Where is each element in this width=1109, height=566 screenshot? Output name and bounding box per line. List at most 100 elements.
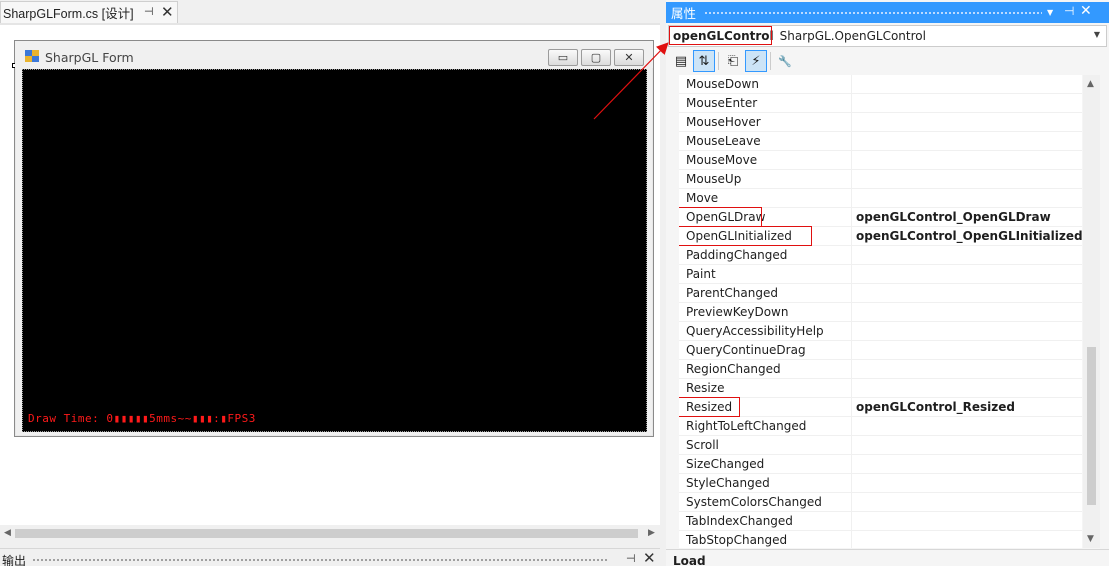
- title-grip[interactable]: [704, 11, 1042, 16]
- properties-pin-icon[interactable]: ⊣: [1064, 4, 1074, 18]
- property-row[interactable]: Paint: [679, 265, 1082, 284]
- dropdown-icon[interactable]: ▼: [1047, 8, 1053, 17]
- form-app-icon: [25, 50, 39, 62]
- property-value[interactable]: openGLControl_OpenGLInitialized: [856, 229, 1082, 243]
- property-row[interactable]: MouseUp: [679, 170, 1082, 189]
- property-row[interactable]: RegionChanged: [679, 360, 1082, 379]
- properties-close-icon[interactable]: ✕: [1080, 3, 1092, 19]
- property-row[interactable]: QueryAccessibilityHelp: [679, 322, 1082, 341]
- properties-panel: 属性 ▼ ⊣ ✕ openGLControl SharpGL.OpenGLCon…: [666, 0, 1109, 566]
- scroll-up-icon[interactable]: ▲: [1087, 79, 1094, 89]
- output-panel-label: 输出: [2, 554, 27, 566]
- property-pages-icon[interactable]: 🔧: [774, 50, 796, 72]
- property-name: ParentChanged: [686, 286, 778, 300]
- form-title: SharpGL Form: [45, 50, 134, 65]
- property-row[interactable]: OpenGLDraw openGLControl_OpenGLDraw: [679, 207, 1082, 227]
- categorized-icon[interactable]: ▤: [670, 50, 692, 72]
- vertical-scroll-thumb[interactable]: [1087, 347, 1096, 505]
- output-panel-header[interactable]: 输出 ⊣ ✕: [0, 548, 660, 566]
- description-pane: Load: [666, 549, 1109, 566]
- property-row[interactable]: SystemColorsChanged: [679, 493, 1082, 512]
- property-row[interactable]: MouseMove: [679, 151, 1082, 170]
- property-name: SizeChanged: [686, 457, 765, 471]
- vertical-scrollbar[interactable]: ▲ ▼: [1083, 75, 1100, 548]
- ide-window: SharpGLForm.cs [设计] ⊣ ✕ SharpGL Form ▭ ▢…: [0, 0, 1109, 566]
- property-name: QueryContinueDrag: [686, 343, 806, 357]
- opengl-control[interactable]: Draw Time: 0▮▮▮▮▮5mms~~▮▮▮:▮FPS3: [22, 69, 647, 432]
- property-value[interactable]: openGLControl_Resized: [856, 400, 1015, 414]
- property-highlight: [679, 397, 740, 417]
- description-title: Load: [673, 554, 706, 566]
- property-name: MouseMove: [686, 153, 758, 167]
- pin-icon[interactable]: ⊣: [144, 5, 154, 18]
- property-name: MouseHover: [686, 115, 761, 129]
- drag-grip[interactable]: [32, 558, 607, 563]
- properties-titlebar[interactable]: 属性 ▼ ⊣ ✕: [666, 2, 1109, 23]
- property-grid: MouseDown MouseEnter MouseHover MouseLeave M…: [679, 75, 1082, 548]
- chevron-down-icon[interactable]: ▼: [1094, 30, 1100, 39]
- property-name: StyleChanged: [686, 476, 770, 490]
- horizontal-scrollbar[interactable]: ◀ ▶: [0, 525, 660, 542]
- property-name: RightToLeftChanged: [686, 419, 807, 433]
- property-row[interactable]: TabIndexChanged: [679, 512, 1082, 531]
- property-highlight: [679, 226, 812, 246]
- close-icon[interactable]: ✕: [161, 3, 174, 21]
- toolbar-separator: [770, 52, 771, 70]
- maximize-button[interactable]: ▢: [581, 49, 611, 66]
- property-row[interactable]: PaddingChanged: [679, 246, 1082, 265]
- properties-toolbar: ▤ ⇅ ⎗ ⚡ 🔧: [666, 48, 1109, 74]
- document-tab[interactable]: SharpGLForm.cs [设计] ⊣ ✕: [0, 1, 178, 23]
- document-tab-label: SharpGLForm.cs [设计]: [3, 7, 134, 21]
- property-name: TabStopChanged: [686, 533, 788, 547]
- scroll-down-icon[interactable]: ▼: [1087, 534, 1094, 544]
- property-value[interactable]: openGLControl_OpenGLDraw: [856, 210, 1051, 224]
- property-name: RegionChanged: [686, 362, 781, 376]
- property-name: Scroll: [686, 438, 719, 452]
- grid-gutter: [666, 75, 679, 548]
- property-row[interactable]: MouseLeave: [679, 132, 1082, 151]
- property-name: PaddingChanged: [686, 248, 788, 262]
- property-row[interactable]: MouseHover: [679, 113, 1082, 132]
- property-row[interactable]: MouseEnter: [679, 94, 1082, 113]
- property-name: TabIndexChanged: [686, 514, 793, 528]
- events-icon[interactable]: ⚡: [745, 50, 767, 72]
- horizontal-scroll-thumb[interactable]: [15, 529, 638, 538]
- property-row[interactable]: ParentChanged: [679, 284, 1082, 303]
- property-row[interactable]: TabStopChanged: [679, 531, 1082, 548]
- property-name: MouseUp: [686, 172, 742, 186]
- property-name: PreviewKeyDown: [686, 305, 789, 319]
- property-name: SystemColorsChanged: [686, 495, 822, 509]
- property-row[interactable]: Resized openGLControl_Resized: [679, 397, 1082, 417]
- form-titlebar: SharpGL Form ▭ ▢ ✕: [15, 41, 653, 68]
- property-highlight: [679, 207, 762, 227]
- property-row[interactable]: Resize: [679, 379, 1082, 398]
- property-row[interactable]: RightToLeftChanged: [679, 417, 1082, 436]
- property-row[interactable]: Move: [679, 189, 1082, 208]
- alphabetical-icon[interactable]: ⇅: [693, 50, 715, 72]
- properties-title: 属性: [671, 6, 697, 21]
- property-name: MouseDown: [686, 77, 759, 91]
- property-row[interactable]: Scroll: [679, 436, 1082, 455]
- property-row[interactable]: StyleChanged: [679, 474, 1082, 493]
- property-name: Move: [686, 191, 719, 205]
- object-name-highlight: [669, 26, 772, 45]
- form-close-button[interactable]: ✕: [614, 49, 644, 66]
- designer-pane: SharpGLForm.cs [设计] ⊣ ✕ SharpGL Form ▭ ▢…: [0, 0, 660, 566]
- scroll-left-icon[interactable]: ◀: [4, 528, 11, 538]
- property-row[interactable]: SizeChanged: [679, 455, 1082, 474]
- scroll-right-icon[interactable]: ▶: [648, 528, 655, 538]
- output-close-icon[interactable]: ✕: [643, 549, 656, 566]
- property-row[interactable]: OpenGLInitialized openGLControl_OpenGLIni…: [679, 226, 1082, 246]
- property-row[interactable]: QueryContinueDrag: [679, 341, 1082, 360]
- property-row[interactable]: MouseDown: [679, 75, 1082, 94]
- minimize-button[interactable]: ▭: [548, 49, 578, 66]
- properties-icon[interactable]: ⎗: [722, 50, 744, 72]
- object-type: SharpGL.OpenGLControl: [779, 29, 926, 43]
- property-name: MouseEnter: [686, 96, 758, 110]
- property-row[interactable]: PreviewKeyDown: [679, 303, 1082, 322]
- property-name: QueryAccessibilityHelp: [686, 324, 824, 338]
- form-window[interactable]: SharpGL Form ▭ ▢ ✕ Draw Time: 0▮▮▮▮▮5mms…: [12, 40, 654, 437]
- property-name: Paint: [686, 267, 716, 281]
- document-tabstrip: SharpGLForm.cs [设计] ⊣ ✕: [0, 0, 660, 25]
- output-pin-icon[interactable]: ⊣: [626, 552, 636, 565]
